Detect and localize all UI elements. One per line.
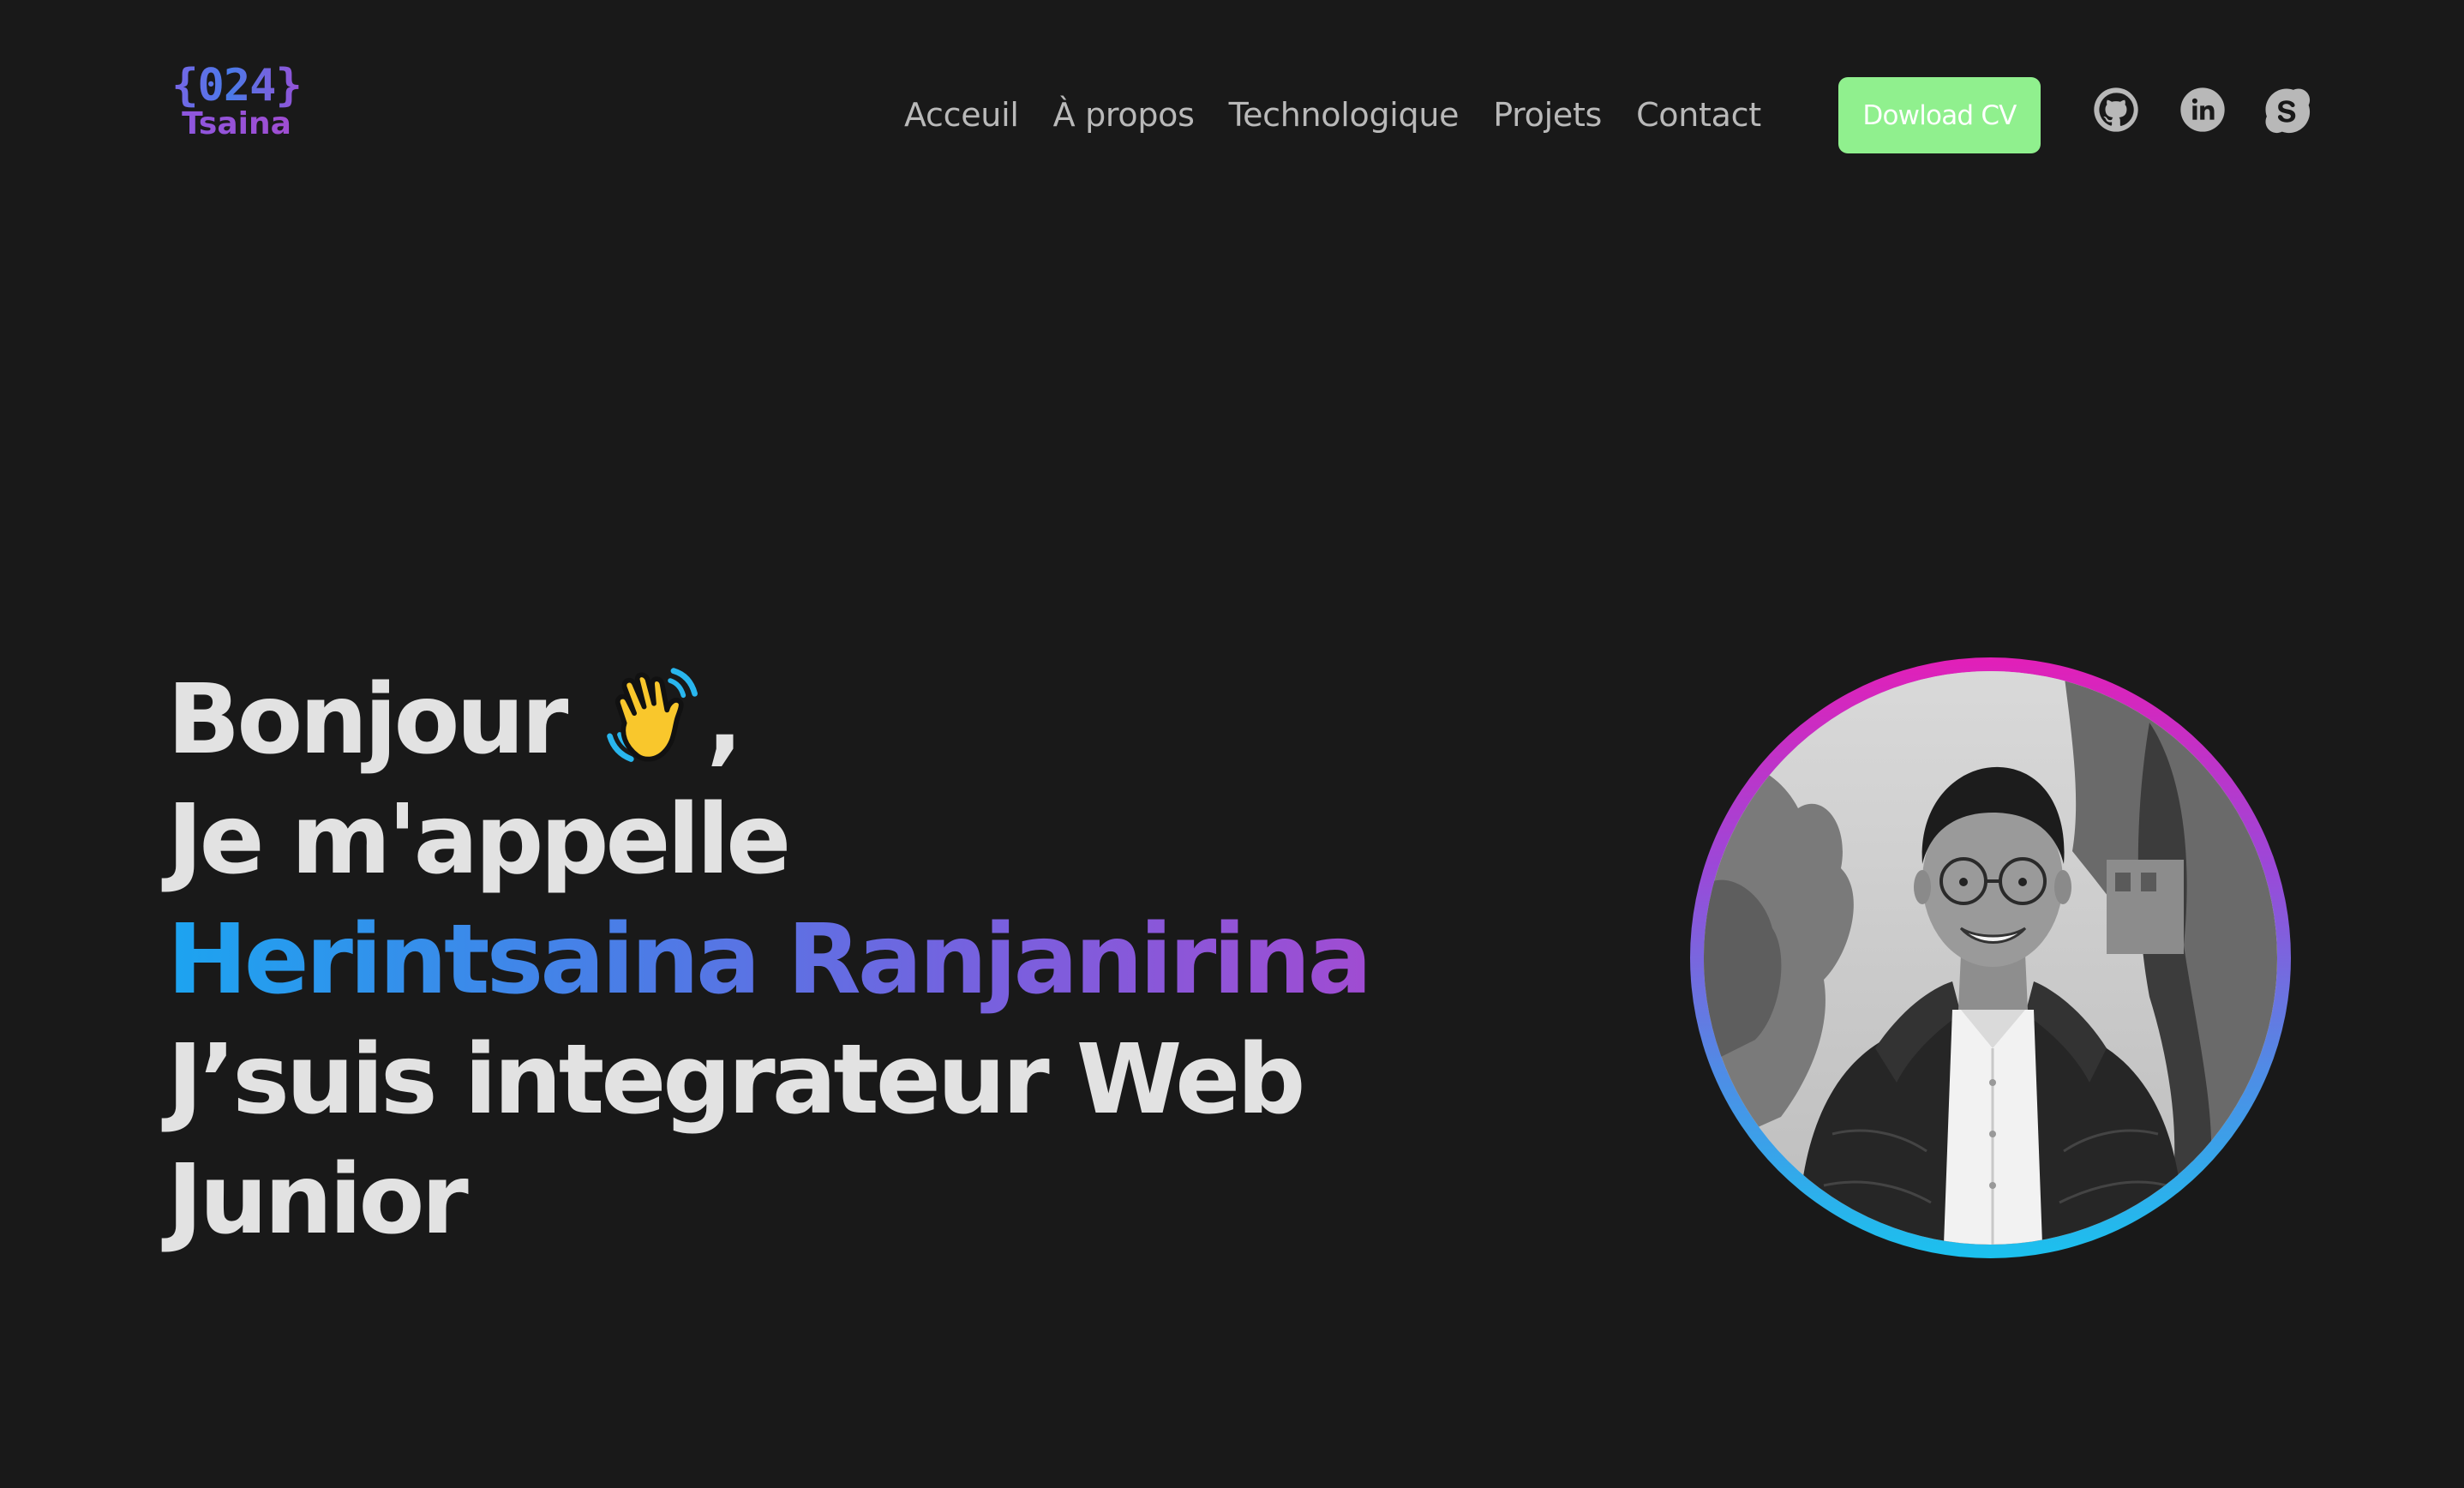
main-nav: Acceuil À propos Technologique Projets C… bbox=[904, 89, 1796, 141]
profile-photo bbox=[1704, 671, 2277, 1245]
skype-icon[interactable] bbox=[2263, 86, 2311, 134]
github-icon[interactable] bbox=[2092, 86, 2140, 134]
hero-greeting-comma: , bbox=[706, 664, 743, 776]
hero-greeting-line: Bonjour , bbox=[167, 660, 1369, 780]
hero-name: Herintsaina Ranjanirina bbox=[167, 900, 1372, 1020]
hero-greeting: Bonjour bbox=[167, 664, 568, 776]
nav-link-technologique[interactable]: Technologique bbox=[1229, 96, 1460, 134]
hero-role-line-1: J’suis integrateur Web bbox=[167, 1024, 1305, 1136]
hero-role-line-2: Junior bbox=[167, 1144, 469, 1256]
nav-link-a-propos[interactable]: À propos bbox=[1053, 96, 1195, 134]
waving-hand-icon bbox=[602, 661, 706, 772]
hero-heading: Bonjour , Je m'appelle Herintsaina Ranja… bbox=[167, 660, 1372, 1260]
logo-code: {024} bbox=[168, 62, 305, 110]
profile-photo-frame bbox=[1690, 657, 2291, 1258]
hero-intro: Je m'appelle bbox=[167, 784, 791, 896]
logo[interactable]: {024} Tsaina bbox=[168, 62, 305, 141]
nav-link-projets[interactable]: Projets bbox=[1493, 96, 1602, 134]
download-cv-button[interactable]: Dowload CV bbox=[1838, 77, 2041, 153]
linkedin-icon[interactable] bbox=[2179, 86, 2227, 134]
logo-name: Tsaina bbox=[168, 108, 305, 141]
nav-link-contact[interactable]: Contact bbox=[1636, 96, 1761, 134]
nav-link-acceuil[interactable]: Acceuil bbox=[904, 96, 1019, 134]
